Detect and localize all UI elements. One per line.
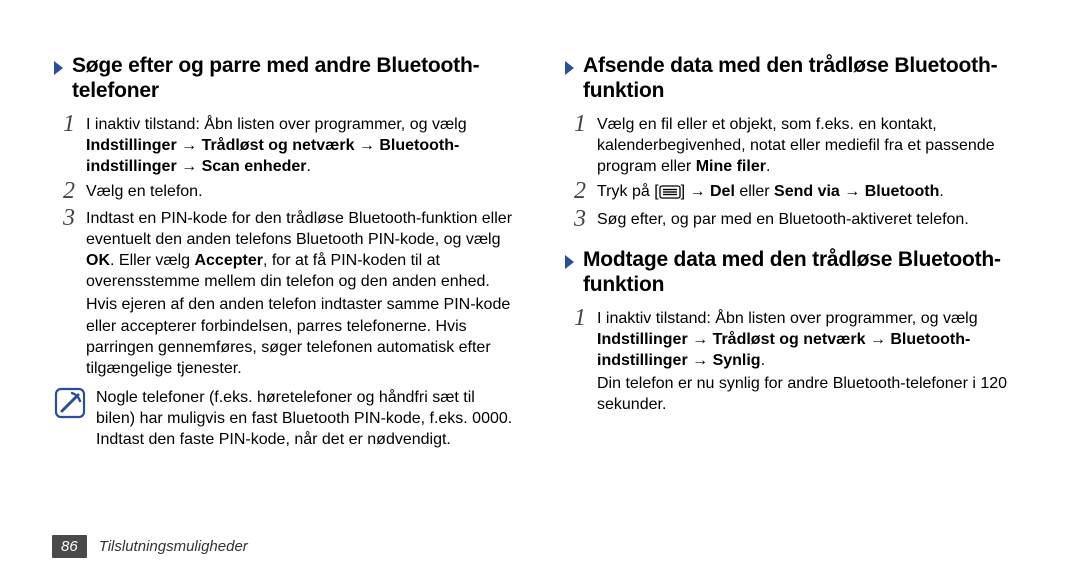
heading-send-bluetooth: Afsende data med den trådløse Bluetooth-… <box>563 54 1028 104</box>
list-item: 1 I inaktiv tilstand: Åbn listen over pr… <box>52 112 517 177</box>
heading-text: Afsende data med den trådløse Bluetooth-… <box>583 54 1028 104</box>
paragraph: Din telefon er nu synlig for andre Bluet… <box>597 373 1028 415</box>
step-body: I inaktiv tilstand: Åbn listen over prog… <box>86 112 517 177</box>
step-number: 1 <box>52 112 86 137</box>
note-box: Nogle telefoner (f.eks. høretelefoner og… <box>52 385 517 450</box>
step-number: 3 <box>563 207 597 232</box>
footer: 86 Tilslutningsmuligheder <box>52 535 248 558</box>
step-number: 1 <box>563 306 597 331</box>
list-item: 2 Vælg en telefon. <box>52 179 517 204</box>
step-number: 1 <box>563 112 597 137</box>
note-icon <box>52 385 88 421</box>
list-item: 3 Søg efter, og par med en Bluetooth-akt… <box>563 207 1028 232</box>
note-text: Nogle telefoner (f.eks. høretelefoner og… <box>96 385 517 450</box>
list-item: 1 I inaktiv tilstand: Åbn listen over pr… <box>563 306 1028 371</box>
step-number: 2 <box>52 179 86 204</box>
heading-receive-bluetooth: Modtage data med den trådløse Bluetooth-… <box>563 248 1028 298</box>
heading-text: Modtage data med den trådløse Bluetooth-… <box>583 248 1028 298</box>
heading-text: Søge efter og parre med andre Bluetooth-… <box>72 54 517 104</box>
paragraph: Hvis ejeren af den anden telefon indtast… <box>86 294 517 378</box>
heading-pair-bluetooth: Søge efter og parre med andre Bluetooth-… <box>52 54 517 104</box>
step-body: Vælg en telefon. <box>86 179 203 202</box>
footer-section: Tilslutningsmuligheder <box>99 538 248 555</box>
step-body: I inaktiv tilstand: Åbn listen over prog… <box>597 306 1028 371</box>
chevron-right-icon <box>52 54 72 76</box>
step-body: Søg efter, og par med en Bluetooth-aktiv… <box>597 207 969 230</box>
step-body: Indtast en PIN-kode for den trådløse Blu… <box>86 206 517 292</box>
list-item: 2 Tryk på [] → Del eller Send via → Blue… <box>563 179 1028 205</box>
step-number: 3 <box>52 206 86 231</box>
step-number: 2 <box>563 179 597 204</box>
menu-icon <box>659 184 681 205</box>
chevron-right-icon <box>563 248 583 270</box>
left-column: Søge efter og parre med andre Bluetooth-… <box>52 54 517 520</box>
chevron-right-icon <box>563 54 583 76</box>
step-body: Vælg en fil eller et objekt, som f.eks. … <box>597 112 1028 177</box>
list-item: 1 Vælg en fil eller et objekt, som f.eks… <box>563 112 1028 177</box>
step-body: Tryk på [] → Del eller Send via → Blueto… <box>597 179 944 205</box>
page-number: 86 <box>52 535 87 558</box>
right-column: Afsende data med den trådløse Bluetooth-… <box>563 54 1028 520</box>
list-item: 3 Indtast en PIN-kode for den trådløse B… <box>52 206 517 292</box>
